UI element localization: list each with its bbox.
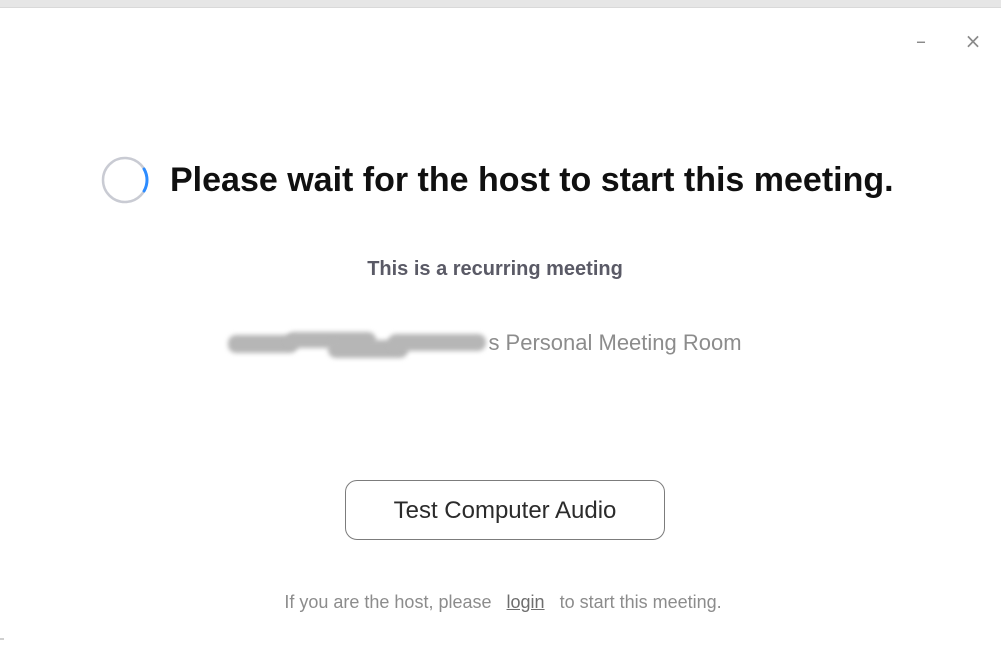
test-computer-audio-button[interactable]: Test Computer Audio — [345, 480, 665, 540]
page-title: Please wait for the host to start this m… — [170, 160, 894, 199]
loading-spinner-icon — [101, 156, 149, 204]
redacted-host-name — [228, 330, 487, 359]
title-row: Please wait for the host to start this m… — [100, 155, 894, 205]
close-icon[interactable]: × — [962, 30, 984, 52]
login-link[interactable]: login — [507, 592, 545, 612]
host-login-prompt: If you are the host, please login to sta… — [0, 592, 1001, 613]
window-edge-mark — [0, 638, 4, 640]
recurring-meeting-label: This is a recurring meeting — [367, 258, 623, 280]
host-prompt-suffix: to start this meeting. — [559, 592, 722, 612]
meeting-room-name: s Personal Meeting Room — [0, 330, 970, 359]
room-name-suffix: s Personal Meeting Room — [488, 330, 742, 355]
minimize-icon[interactable]: – — [910, 30, 932, 52]
host-prompt-prefix: If you are the host, please — [284, 592, 492, 612]
window-top-edge — [0, 0, 1001, 8]
waiting-room-window: – × Please wait for the host to start th… — [0, 0, 1001, 647]
